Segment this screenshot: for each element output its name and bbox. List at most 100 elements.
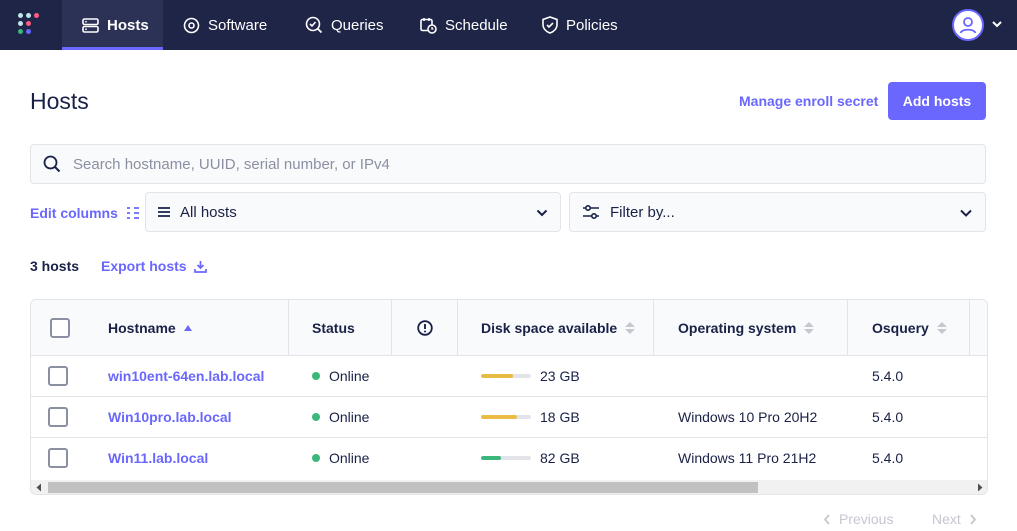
manage-enroll-secret-link[interactable]: Manage enroll secret xyxy=(739,93,878,109)
sort-icon[interactable] xyxy=(625,322,636,334)
filter-by-dropdown[interactable]: Filter by... xyxy=(569,192,986,232)
column-osquery[interactable]: Osquery xyxy=(848,300,970,356)
disk-space-bar-fill xyxy=(481,456,501,460)
osquery-cell: 5.4.0 xyxy=(872,397,903,437)
user-avatar[interactable] xyxy=(952,9,984,41)
status-text: Online xyxy=(329,409,370,425)
row-checkbox-cell xyxy=(48,397,68,437)
hostname-cell: win10ent-64en.lab.local xyxy=(108,356,264,396)
os-text: Windows 10 Pro 20H2 xyxy=(678,409,818,425)
column-label-hostname: Hostname xyxy=(108,320,176,336)
page-title: Hosts xyxy=(30,88,89,114)
next-page-button[interactable]: Next xyxy=(932,511,985,527)
disk-space-cell: 23 GB xyxy=(481,356,580,396)
sort-icon[interactable] xyxy=(804,322,815,334)
policies-icon xyxy=(542,16,558,34)
disk-space-bar-fill xyxy=(481,374,513,378)
disk-space-bar xyxy=(481,456,531,460)
online-status-dot xyxy=(312,372,320,380)
status-text: Online xyxy=(329,450,370,466)
chevron-right-icon xyxy=(970,513,977,525)
previous-page-button[interactable]: Previous xyxy=(815,511,893,527)
status-text: Online xyxy=(329,368,370,384)
search-box xyxy=(30,144,986,184)
download-icon xyxy=(193,260,207,273)
filter-icon xyxy=(582,205,600,219)
search-input[interactable] xyxy=(73,155,953,173)
software-icon xyxy=(183,17,200,33)
column-status[interactable]: Status xyxy=(289,300,392,356)
user-icon xyxy=(959,17,977,34)
disk-space-text: 82 GB xyxy=(540,450,580,466)
disk-space-bar xyxy=(481,415,531,419)
top-nav: Hosts Software Queries Schedule Policies xyxy=(0,0,1017,50)
column-hostname[interactable]: Hostname xyxy=(88,300,289,356)
previous-label: Previous xyxy=(839,511,894,527)
row-checkbox[interactable] xyxy=(48,366,68,386)
row-checkbox[interactable] xyxy=(48,448,68,468)
fleet-logo-icon[interactable] xyxy=(18,13,40,37)
chevron-down-icon xyxy=(960,209,972,217)
nav-item-schedule[interactable]: Schedule xyxy=(420,0,508,50)
online-status-dot xyxy=(312,454,320,462)
row-checkbox-cell xyxy=(48,438,68,478)
column-disk-space[interactable]: Disk space available xyxy=(458,300,654,356)
nav-label-hosts: Hosts xyxy=(107,16,149,34)
osquery-version-text: 5.4.0 xyxy=(872,368,904,384)
column-label-operating-system: Operating system xyxy=(678,320,797,336)
column-operating-system[interactable]: Operating system xyxy=(654,300,848,356)
scroll-right-icon[interactable] xyxy=(976,483,984,492)
disk-space-bar xyxy=(481,374,531,378)
search-icon xyxy=(43,155,61,173)
hosts-status-dropdown[interactable]: All hosts xyxy=(145,192,561,232)
hostname-link[interactable]: Win10pro.lab.local xyxy=(108,409,232,425)
host-count: 3 hosts xyxy=(30,258,80,274)
queries-icon xyxy=(305,16,323,34)
table-row[interactable]: Win11.lab.local Online 82 GB Windows 11 … xyxy=(31,438,987,479)
row-checkbox-cell xyxy=(48,356,68,396)
edit-columns-button[interactable]: Edit columns xyxy=(30,205,140,221)
sort-asc-icon[interactable] xyxy=(183,323,193,333)
hosts-table: Hostname Status Disk space available Ope… xyxy=(30,299,988,495)
status-cell: Online xyxy=(312,356,369,396)
osquery-version-text: 5.4.0 xyxy=(872,409,904,425)
row-checkbox[interactable] xyxy=(48,407,68,427)
scrollbar-thumb[interactable] xyxy=(48,482,758,493)
table-row[interactable]: win10ent-64en.lab.local Online 23 GB 5.4… xyxy=(31,356,987,397)
nav-item-software[interactable]: Software xyxy=(183,0,267,50)
hostname-link[interactable]: Win11.lab.local xyxy=(108,450,208,466)
table-row[interactable]: Win10pro.lab.local Online 18 GB Windows … xyxy=(31,397,987,438)
disk-space-text: 18 GB xyxy=(540,409,580,425)
column-label-osquery: Osquery xyxy=(872,320,929,336)
select-all-cell xyxy=(31,300,88,356)
sort-icon[interactable] xyxy=(936,322,947,334)
osquery-cell: 5.4.0 xyxy=(872,438,903,478)
nav-item-hosts[interactable]: Hosts xyxy=(62,0,163,50)
os-cell: Windows 11 Pro 21H2 xyxy=(678,438,816,478)
hostname-cell: Win11.lab.local xyxy=(108,438,208,478)
disk-space-bar-fill xyxy=(481,415,517,419)
nav-item-queries[interactable]: Queries xyxy=(305,0,384,50)
nav-label-queries: Queries xyxy=(331,16,384,34)
select-all-checkbox[interactable] xyxy=(49,318,70,338)
disk-space-text: 23 GB xyxy=(540,368,580,384)
status-cell: Online xyxy=(312,438,369,478)
chevron-down-icon[interactable] xyxy=(991,18,1003,30)
scroll-left-icon[interactable] xyxy=(35,483,43,492)
disk-space-cell: 18 GB xyxy=(481,397,580,437)
column-label-disk-space: Disk space available xyxy=(481,320,618,336)
issues-icon xyxy=(416,320,433,336)
column-issues[interactable] xyxy=(392,300,458,356)
column-label-status: Status xyxy=(312,320,355,336)
add-hosts-button[interactable]: Add hosts xyxy=(888,82,986,120)
nav-item-policies[interactable]: Policies xyxy=(542,0,618,50)
next-label: Next xyxy=(932,511,961,527)
hostname-link[interactable]: win10ent-64en.lab.local xyxy=(108,368,264,384)
os-cell: Windows 10 Pro 20H2 xyxy=(678,397,817,437)
export-hosts-button[interactable]: Export hosts xyxy=(101,258,207,274)
edit-columns-label: Edit columns xyxy=(30,205,118,221)
horizontal-scrollbar[interactable] xyxy=(31,480,987,494)
osquery-version-text: 5.4.0 xyxy=(872,450,904,466)
nav-label-policies: Policies xyxy=(566,16,618,34)
osquery-cell: 5.4.0 xyxy=(872,356,903,396)
